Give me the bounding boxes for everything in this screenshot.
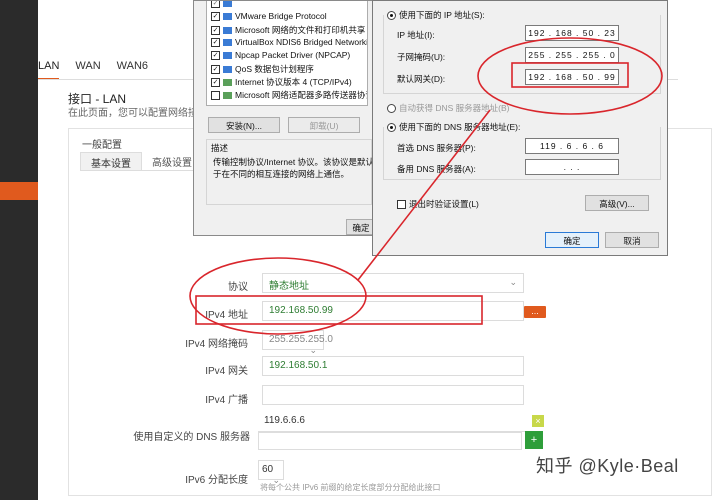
description-title: 描述 bbox=[211, 143, 229, 153]
cancel-button[interactable]: 取消 bbox=[605, 232, 659, 248]
item-label: VMware Bridge Protocol bbox=[235, 11, 327, 21]
broadcast-input[interactable] bbox=[262, 385, 524, 405]
ipv4-more-button[interactable]: ... bbox=[524, 306, 546, 318]
tab-wan6[interactable]: WAN6 bbox=[117, 60, 148, 80]
default-gateway-input[interactable]: 192 . 168 . 50 . 99 bbox=[525, 69, 619, 85]
item-label: Internet 协议版本 4 (TCP/IPv4) bbox=[235, 77, 352, 87]
list-item[interactable]: ✓ Microsoft 网络的文件和打印机共享 bbox=[211, 24, 365, 36]
protocol-label: 协议 bbox=[228, 282, 248, 293]
network-component-icon bbox=[223, 52, 232, 60]
protocol-icon bbox=[223, 92, 232, 100]
protocol-select[interactable]: 静态地址 ⌄ bbox=[262, 273, 524, 293]
watermark: 知乎 @Kyle·Beal bbox=[536, 456, 679, 476]
list-item[interactable]: ✓ VMware Bridge Protocol bbox=[211, 11, 327, 22]
interface-tabs: LAN WAN WAN6 bbox=[38, 60, 148, 80]
tab-wan[interactable]: WAN bbox=[75, 60, 100, 80]
checkbox[interactable]: ✓ bbox=[211, 1, 220, 9]
item-label: VirtualBox NDIS6 Bridged Networkin bbox=[235, 37, 368, 47]
radio-unselected bbox=[387, 104, 396, 114]
radio-label: 自动获得 DNS 服务器地址(B) bbox=[399, 103, 510, 113]
dns-remove-button[interactable]: × bbox=[532, 415, 544, 427]
preferred-dns-label: 首选 DNS 服务器(P): bbox=[397, 143, 476, 153]
description-text: 传输控制协议/Internet 协议。该协议是默认的 bbox=[213, 157, 383, 167]
alternate-dns-label: 备用 DNS 服务器(A): bbox=[397, 164, 476, 174]
item-label: Microsoft 网络的文件和打印机共享 bbox=[235, 25, 366, 35]
checkbox[interactable]: ✓ bbox=[211, 12, 220, 22]
ipv4-properties-dialog: 使用下面的 IP 地址(S): IP 地址(I): 192 . 168 . 50… bbox=[372, 0, 668, 256]
uninstall-button[interactable]: 卸载(U) bbox=[288, 117, 360, 133]
ipv4-address-label: IPv4 地址 bbox=[205, 310, 248, 321]
network-component-icon bbox=[223, 39, 232, 47]
alternate-dns-input[interactable]: . . . bbox=[525, 159, 619, 175]
list-item[interactable]: ✓ VirtualBox NDIS6 Bridged Networkin bbox=[211, 37, 368, 48]
components-list: ✓ ✓ VMware Bridge Protocol ✓ Microsoft 网络的… bbox=[206, 1, 368, 106]
protocol-value: 静态地址 bbox=[269, 281, 309, 292]
ipv6-hint: 将每个公共 IPv6 前缀的给定长度部分分配给此接口 bbox=[260, 483, 441, 492]
ipv6-length-value: 60 bbox=[262, 464, 274, 475]
dns-input[interactable]: 119.6.6.6 bbox=[258, 412, 530, 432]
network-component-icon bbox=[223, 13, 232, 21]
preferred-dns-input[interactable]: 119 . 6 . 6 . 6 bbox=[525, 138, 619, 154]
item-label: Microsoft 网络适配器多路传送器协议 bbox=[235, 90, 368, 100]
ipv6-length-label: IPv6 分配长度 bbox=[185, 475, 248, 486]
auto-dns-radio[interactable]: 自动获得 DNS 服务器地址(B) bbox=[387, 102, 510, 114]
network-component-icon bbox=[223, 1, 232, 8]
dns-label: 使用自定义的 DNS 服务器 bbox=[133, 432, 250, 443]
item-label: QoS 数据包计划程序 bbox=[235, 64, 314, 74]
sidebar-active-item[interactable] bbox=[0, 182, 38, 200]
validate-checkbox[interactable]: 退出时验证设置(L) bbox=[397, 198, 479, 210]
ip-address-input[interactable]: 192 . 168 . 50 . 23 bbox=[525, 25, 619, 41]
protocol-icon bbox=[223, 79, 232, 87]
list-item[interactable]: ✓ Npcap Packet Driver (NPCAP) bbox=[211, 50, 351, 61]
checkbox[interactable]: ✓ bbox=[211, 78, 220, 88]
chevron-down-icon: ⌄ bbox=[309, 345, 317, 355]
checkbox[interactable]: ✓ bbox=[211, 26, 220, 36]
ipv4-address-input[interactable]: 192.168.50.99 bbox=[262, 301, 524, 321]
section-title: 一般配置 bbox=[82, 140, 122, 151]
list-item[interactable]: Microsoft 网络适配器多路传送器协议 bbox=[211, 89, 368, 101]
dns-empty-input[interactable] bbox=[258, 432, 522, 450]
list-item[interactable]: ✓ bbox=[211, 1, 235, 9]
default-gateway-label: 默认网关(D): bbox=[397, 74, 446, 84]
ipv6-length-select[interactable]: 60 ⌄ bbox=[258, 460, 284, 485]
description-group: 描述 传输控制协议/Internet 协议。该协议是默认的 于在不同的相互连接的… bbox=[206, 139, 383, 205]
netmask-select[interactable]: 255.255.255.0 ⌄ bbox=[262, 330, 333, 355]
gateway-label: IPv4 网关 bbox=[205, 366, 248, 377]
ok-button[interactable]: 确定 bbox=[545, 232, 599, 248]
ip-address-label: IP 地址(I): bbox=[397, 30, 435, 40]
list-item[interactable]: ✓ QoS 数据包计划程序 bbox=[211, 63, 314, 75]
advanced-button[interactable]: 高级(V)... bbox=[585, 195, 649, 211]
network-component-icon bbox=[223, 66, 232, 74]
netmask-label: IPv4 网络掩码 bbox=[185, 339, 248, 350]
checkbox[interactable] bbox=[211, 91, 220, 101]
checkbox[interactable]: ✓ bbox=[211, 51, 220, 61]
tab-basic-settings[interactable]: 基本设置 bbox=[80, 152, 142, 170]
gateway-input[interactable]: 192.168.50.1 bbox=[262, 356, 524, 376]
checkbox[interactable]: ✓ bbox=[211, 38, 220, 48]
adapter-properties-dialog: ✓ ✓ VMware Bridge Protocol ✓ Microsoft 网络的… bbox=[193, 0, 383, 236]
install-button[interactable]: 安装(N)... bbox=[208, 117, 280, 133]
checkbox bbox=[397, 200, 406, 210]
subnet-mask-input[interactable]: 255 . 255 . 255 . 0 bbox=[525, 47, 619, 63]
list-item[interactable]: ✓ Internet 协议版本 4 (TCP/IPv4) bbox=[211, 76, 352, 88]
subnet-mask-label: 子网掩码(U): bbox=[397, 52, 446, 62]
description-text-2: 于在不同的相互连接的网络上通信。 bbox=[213, 169, 350, 179]
left-sidebar bbox=[0, 0, 38, 500]
chevron-down-icon: ⌄ bbox=[509, 277, 517, 287]
tab-lan[interactable]: LAN bbox=[38, 60, 60, 80]
item-label: Npcap Packet Driver (NPCAP) bbox=[235, 50, 351, 60]
netmask-value: 255.255.255.0 bbox=[269, 334, 333, 345]
checkbox-label: 退出时验证设置(L) bbox=[409, 199, 479, 209]
broadcast-label: IPv4 广播 bbox=[205, 395, 248, 406]
checkbox[interactable]: ✓ bbox=[211, 65, 220, 75]
dns-add-button[interactable]: + bbox=[525, 431, 543, 449]
network-component-icon bbox=[223, 27, 232, 35]
